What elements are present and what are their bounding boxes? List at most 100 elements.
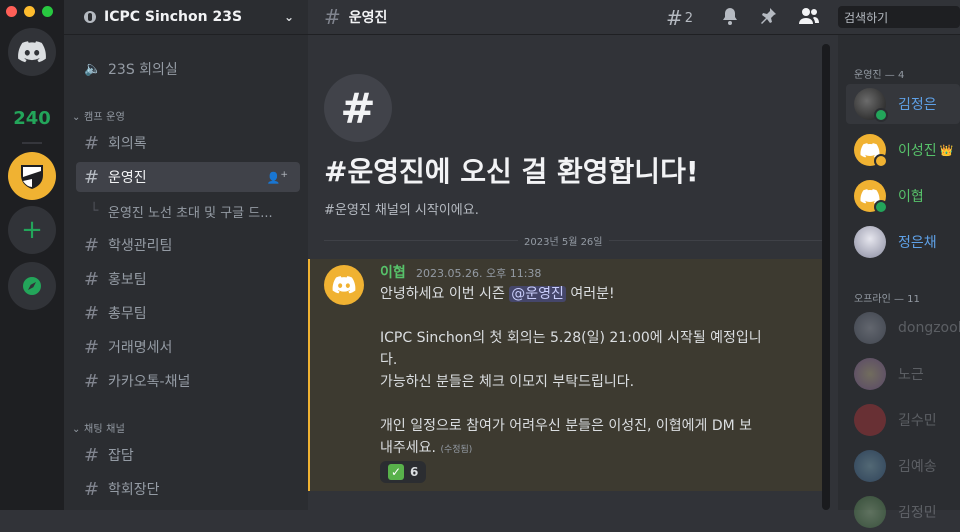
members-list-icon[interactable] — [798, 6, 820, 26]
hash-icon: # — [340, 83, 376, 133]
threads-count: 2 — [684, 10, 694, 26]
avatar — [854, 180, 888, 214]
channel-topbar: # 운영진 # 2 검색하기 — [308, 0, 960, 34]
hash-icon: # — [84, 444, 100, 466]
close-window-button[interactable] — [6, 6, 17, 17]
channel-label: 거래명세서 — [108, 340, 173, 356]
channel-item[interactable]: # 학회장단 — [76, 474, 300, 504]
chat-scrollbar-thumb[interactable] — [822, 44, 830, 510]
avatar — [854, 404, 886, 436]
date-divider: 2023년 5월 26일 — [518, 233, 609, 248]
member-group-header: 오프라인 — 11 — [854, 294, 920, 305]
thread-hash-icon: # — [84, 166, 100, 188]
channel-item[interactable]: # 거래명세서 — [76, 332, 300, 362]
hash-icon: # — [84, 234, 100, 256]
member-item[interactable]: 김정은 — [846, 84, 960, 124]
member-name: 이성진 — [898, 143, 937, 159]
category-header[interactable]: ⌄ 채팅 채널 — [72, 420, 125, 435]
member-item-offline[interactable]: 길수민 — [846, 400, 960, 440]
avatar — [854, 450, 886, 482]
member-item-offline[interactable]: 김정민 — [846, 492, 960, 532]
member-item-offline[interactable]: 노근 — [846, 354, 960, 394]
verified-server-icon — [84, 11, 96, 23]
window-controls — [6, 6, 53, 17]
channel-item[interactable]: # 카카오톡-채널 — [76, 366, 300, 396]
thread-connector: └ — [90, 203, 99, 219]
server-icon-icpc-sinchon[interactable] — [8, 152, 56, 200]
member-name: dongzool — [898, 320, 960, 336]
channel-label: 잡담 — [108, 448, 134, 464]
channel-item[interactable]: # 총무팀 — [76, 298, 300, 328]
member-item[interactable]: 이협 — [846, 176, 960, 216]
maximize-window-button[interactable] — [42, 6, 53, 17]
member-name: 노근 — [898, 367, 924, 383]
guild-header[interactable]: ICPC Sinchon 23S ⌄ — [64, 0, 308, 34]
channel-label: 학생관리팀 — [108, 238, 173, 254]
member-name: 김정민 — [898, 505, 937, 521]
avatar[interactable] — [324, 265, 364, 305]
unread-badge[interactable]: 240 — [0, 108, 64, 129]
member-group-header: 운영진 — 4 — [854, 70, 905, 81]
member-name: 정은채 — [898, 235, 937, 251]
message-line: 안녕하세요 이번 시즌 @운영진 여러분! — [380, 286, 615, 302]
member-item[interactable]: 이성진 👑 — [846, 130, 960, 170]
welcome-hash-badge: # — [324, 74, 392, 142]
invite-user-icon[interactable]: 👤+ — [267, 169, 288, 185]
hash-icon: # — [84, 370, 100, 392]
avatar — [854, 312, 886, 344]
explore-servers-button[interactable] — [8, 262, 56, 310]
member-name: 길수민 — [898, 413, 937, 429]
hash-icon: # — [324, 5, 341, 29]
hash-icon: # — [84, 478, 100, 500]
channel-label: 운영진 노선 초대 및 구글 드... — [108, 205, 273, 221]
member-item[interactable]: 정은채 — [846, 222, 960, 262]
direct-messages-button[interactable] — [8, 28, 56, 76]
channel-item[interactable]: # 학생관리팀 — [76, 230, 300, 260]
welcome-subtitle: #운영진 채널의 시작이에요. — [324, 203, 479, 218]
channel-item[interactable]: # 홍보팀 — [76, 264, 300, 294]
chevron-down-icon: ⌄ — [72, 424, 81, 435]
bell-icon[interactable] — [720, 6, 740, 26]
member-name: 김정은 — [898, 97, 937, 113]
channel-label: 카카오톡-채널 — [108, 374, 191, 390]
online-status-icon — [874, 200, 888, 214]
chevron-down-icon: ⌄ — [72, 112, 81, 123]
channel-item-selected[interactable]: # 운영진 👤+ — [76, 162, 300, 192]
voice-channel-23s[interactable]: 🔈 23S 회의실 — [76, 54, 300, 84]
pin-icon[interactable] — [758, 6, 778, 26]
search-input[interactable]: 검색하기 — [838, 6, 960, 28]
channel-item[interactable]: # 회의록 — [76, 128, 300, 158]
discord-logo-icon — [332, 276, 356, 294]
channel-sidebar: ICPC Sinchon 23S ⌄ 🔈 23S 회의실 ⌄ 캠프 운영 # 회… — [64, 0, 308, 510]
chevron-down-icon[interactable]: ⌄ — [284, 10, 294, 24]
role-mention[interactable]: @운영진 — [509, 286, 566, 302]
member-item-offline[interactable]: dongzool — [846, 308, 960, 348]
member-item-offline[interactable]: 김예송 — [846, 446, 960, 486]
channel-label: 23S 회의실 — [108, 62, 178, 78]
speaker-icon: 🔈 — [84, 61, 102, 77]
message-body: 안녕하세요 이번 시즌 @운영진 여러분! ICPC Sinchon의 첫 회의… — [380, 283, 820, 461]
message-line: 다. — [380, 352, 398, 368]
channel-label: 회의록 — [108, 136, 147, 152]
channel-label: 총무팀 — [108, 306, 147, 322]
message-timestamp: 2023.05.26. 오후 11:38 — [416, 267, 542, 280]
message-line: 개인 일정으로 참여가 어려우신 분들은 이성진, 이협에게 DM 보 — [380, 418, 753, 434]
message-line: 내주세요. (수정됨) — [380, 440, 473, 456]
message-author[interactable]: 이협 — [380, 262, 406, 282]
message-item[interactable]: 이협 2023.05.26. 오후 11:38 안녕하세요 이번 시즌 @운영진… — [308, 259, 822, 491]
member-list: 운영진 — 4 김정은 이성진 👑 이협 정은채 오프라인 — 11 dongz… — [838, 34, 960, 528]
category-header[interactable]: ⌄ 캠프 운영 — [72, 108, 125, 123]
threads-button[interactable]: # 2 — [666, 6, 693, 30]
crown-icon: 👑 — [939, 143, 954, 157]
message-line: ICPC Sinchon의 첫 회의는 5.28(일) 21:00에 시작될 예… — [380, 330, 762, 346]
channel-item[interactable]: # 잡담 — [76, 440, 300, 470]
channel-label: 운영진 — [108, 170, 147, 186]
idle-status-icon — [874, 154, 888, 168]
add-server-button[interactable]: + — [8, 206, 56, 254]
thread-item[interactable]: └ 운영진 노선 초대 및 구글 드... — [76, 196, 300, 226]
minimize-window-button[interactable] — [24, 6, 35, 17]
channel-label: 홍보팀 — [108, 272, 147, 288]
reaction-check[interactable]: ✓ 6 — [380, 461, 427, 483]
channel-label: 학회장단 — [108, 482, 160, 498]
member-name: 김예송 — [898, 459, 937, 475]
